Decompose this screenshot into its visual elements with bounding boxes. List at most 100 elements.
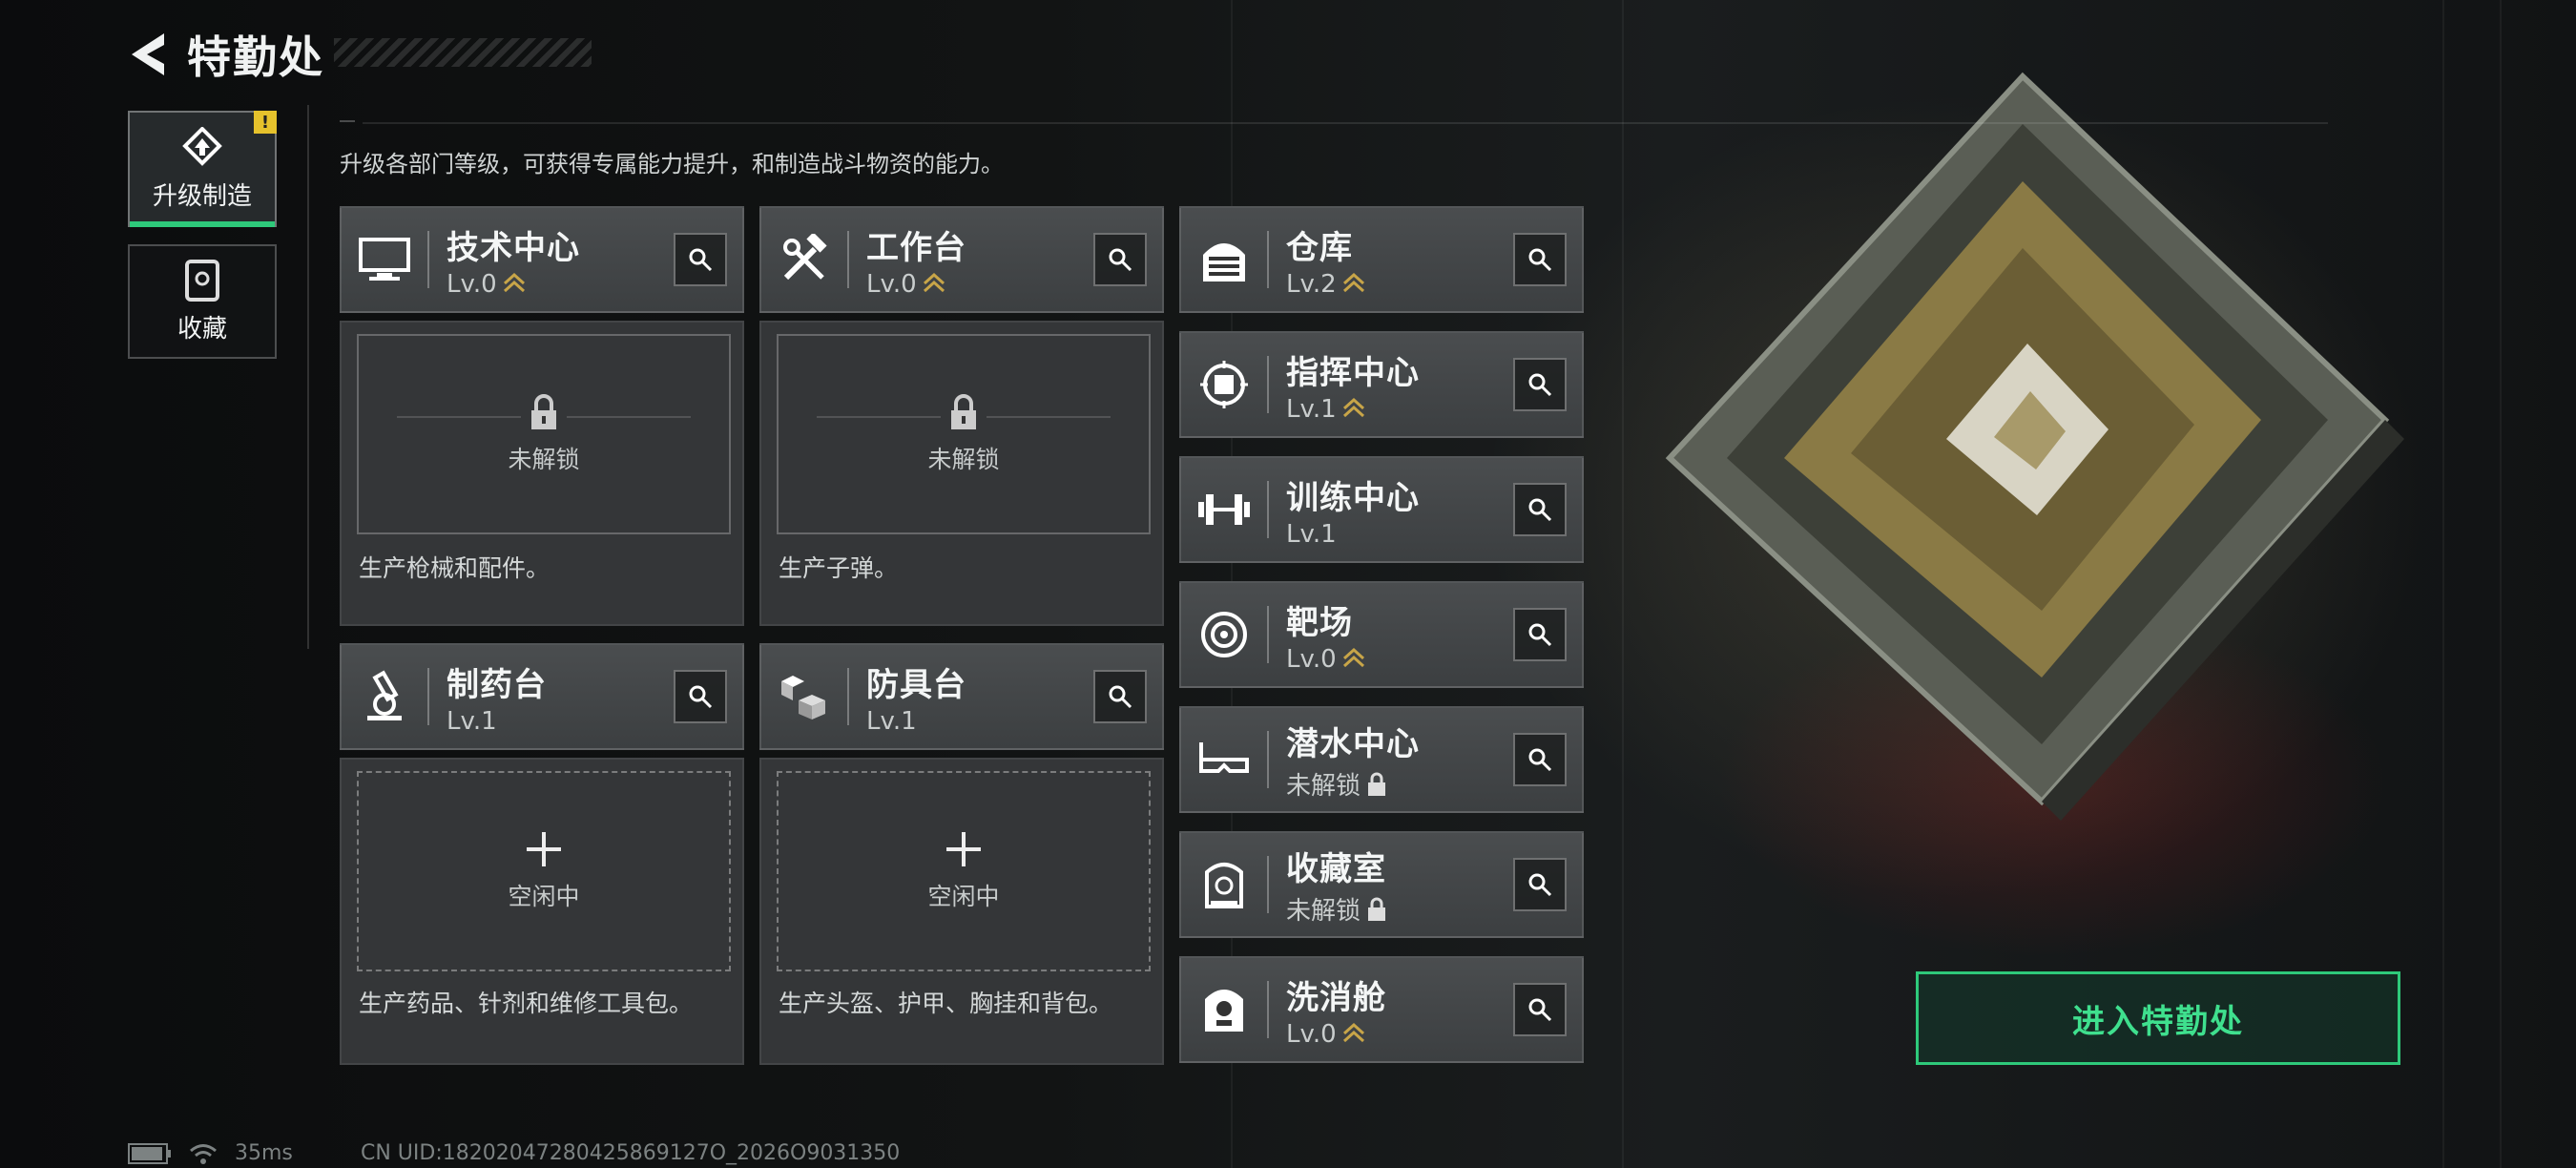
upgrade-arrow-icon — [1342, 647, 1364, 667]
production-slot-pharmacy[interactable]: 空闲中 生产药品、针剂和维修工具包。 — [340, 758, 744, 1065]
inspect-button[interactable] — [1093, 670, 1147, 723]
upgrade-arrow-icon — [503, 272, 525, 292]
dept-card-pharmacy[interactable]: 制药台 Lv.1 — [340, 643, 744, 750]
dept-level: 未解锁 — [1286, 897, 1361, 926]
dept-level: 未解锁 — [1286, 772, 1361, 801]
inspect-button[interactable] — [1513, 858, 1567, 911]
inspect-button[interactable] — [1513, 483, 1567, 536]
dept-card-shooting-range[interactable]: 靶场 Lv.0 — [1179, 581, 1584, 688]
enter-button-label: 进入特勤处 — [2072, 1002, 2244, 1041]
monitor-icon — [359, 238, 410, 281]
dept-card-command-center[interactable]: 指挥中心 Lv.1 — [1179, 331, 1584, 438]
production-slot-workbench[interactable]: 未解锁 生产子弹。 — [759, 321, 1164, 626]
plus-icon — [946, 832, 981, 866]
dept-name: 训练中心 — [1286, 478, 1420, 517]
inspect-button[interactable] — [674, 670, 727, 723]
chip-icon — [1200, 361, 1248, 408]
divider — [307, 105, 309, 649]
slot-status: 未解锁 — [927, 446, 1000, 473]
separator — [1267, 481, 1269, 538]
warehouse-icon — [1203, 243, 1245, 282]
alert-badge: ! — [254, 111, 277, 134]
separator — [427, 668, 429, 725]
diving-mask-icon — [1199, 742, 1249, 773]
dept-card-diving-center[interactable]: 潜水中心 未解锁 — [1179, 706, 1584, 813]
dept-name: 潜水中心 — [1286, 725, 1420, 763]
upgrade-arrow-icon — [1342, 1022, 1364, 1042]
inspect-button[interactable] — [1513, 233, 1567, 286]
upgrade-icon — [182, 126, 222, 166]
dept-level: Lv.1 — [1286, 394, 1337, 424]
dept-card-tech-center[interactable]: 技术中心 Lv.0 — [340, 206, 744, 313]
search-icon — [1528, 998, 1552, 1022]
tab-collection[interactable]: 收藏 — [128, 244, 277, 359]
production-slot-tech[interactable]: 未解锁 生产枪械和配件。 — [340, 321, 744, 626]
inspect-button[interactable] — [674, 233, 727, 286]
tab-label: 收藏 — [177, 314, 227, 344]
dept-name: 洗消舱 — [1286, 978, 1386, 1017]
enter-special-ops-button[interactable]: 进入特勤处 — [1916, 971, 2400, 1065]
separator — [1267, 856, 1269, 913]
search-icon — [1528, 873, 1552, 897]
separator — [1267, 731, 1269, 788]
slot-status: 未解锁 — [508, 446, 580, 473]
tools-icon — [783, 234, 827, 281]
slot-frame: 未解锁 — [777, 334, 1151, 534]
separator — [1267, 231, 1269, 288]
dept-level: Lv.1 — [866, 706, 917, 736]
collection-icon — [185, 259, 219, 302]
search-icon — [1528, 498, 1552, 522]
divider — [340, 120, 355, 122]
dept-name: 技术中心 — [447, 228, 580, 267]
inspect-button[interactable] — [1093, 233, 1147, 286]
search-icon — [1109, 685, 1132, 709]
search-icon — [1528, 373, 1552, 397]
search-icon — [689, 248, 713, 272]
microscope-icon — [367, 670, 402, 720]
dept-card-decon-chamber[interactable]: 洗消舱 Lv.0 — [1179, 956, 1584, 1063]
ping-value: 35ms — [235, 1141, 293, 1165]
separator — [427, 231, 429, 288]
tab-upgrade-craft[interactable]: ! 升级制造 — [128, 111, 277, 227]
wifi-icon — [190, 1143, 217, 1164]
dept-name: 指挥中心 — [1286, 353, 1420, 392]
display-case-icon — [1205, 863, 1243, 908]
inspect-button[interactable] — [1513, 983, 1567, 1036]
dept-card-armor[interactable]: 防具台 Lv.1 — [759, 643, 1164, 750]
page-title: 特勤处 — [187, 31, 324, 83]
search-icon — [1109, 248, 1132, 272]
lock-icon — [1368, 897, 1386, 921]
search-icon — [1528, 248, 1552, 272]
dept-name: 防具台 — [866, 665, 966, 704]
decon-chamber-icon — [1205, 990, 1243, 1032]
dept-card-workbench[interactable]: 工作台 Lv.0 — [759, 206, 1164, 313]
lock-icon — [531, 394, 556, 429]
back-arrow-icon — [132, 33, 164, 75]
dept-level: Lv.1 — [447, 706, 497, 736]
upgrade-arrow-icon — [1342, 397, 1364, 417]
production-desc: 生产子弹。 — [779, 554, 899, 582]
dept-level: Lv.0 — [447, 269, 497, 299]
search-icon — [1528, 748, 1552, 772]
dept-name: 仓库 — [1286, 228, 1353, 267]
slot-status: 空闲中 — [508, 883, 580, 910]
dept-name: 工作台 — [866, 228, 966, 267]
dept-card-warehouse[interactable]: 仓库 Lv.2 — [1179, 206, 1584, 313]
page-description: 升级各部门等级，可获得专属能力提升，和制造战斗物资的能力。 — [340, 151, 1004, 177]
tab-label: 升级制造 — [152, 181, 252, 211]
dept-card-collection-room[interactable]: 收藏室 未解锁 — [1179, 831, 1584, 938]
inspect-button[interactable] — [1513, 608, 1567, 661]
inspect-button[interactable] — [1513, 358, 1567, 411]
production-desc: 生产药品、针剂和维修工具包。 — [359, 990, 694, 1017]
dept-level: Lv.0 — [1286, 1019, 1337, 1049]
lock-icon — [951, 394, 976, 429]
back-button[interactable] — [124, 26, 172, 83]
target-icon — [1201, 612, 1247, 657]
inspect-button[interactable] — [1513, 733, 1567, 786]
dept-card-training-center[interactable]: 训练中心 Lv.1 — [1179, 456, 1584, 563]
dept-level: Lv.0 — [866, 269, 917, 299]
dept-level: Lv.1 — [1286, 519, 1337, 549]
production-slot-armor[interactable]: 空闲中 生产头盔、护甲、胸挂和背包。 — [759, 758, 1164, 1065]
slot-frame: 空闲中 — [777, 771, 1151, 971]
slot-status: 空闲中 — [927, 883, 1000, 910]
